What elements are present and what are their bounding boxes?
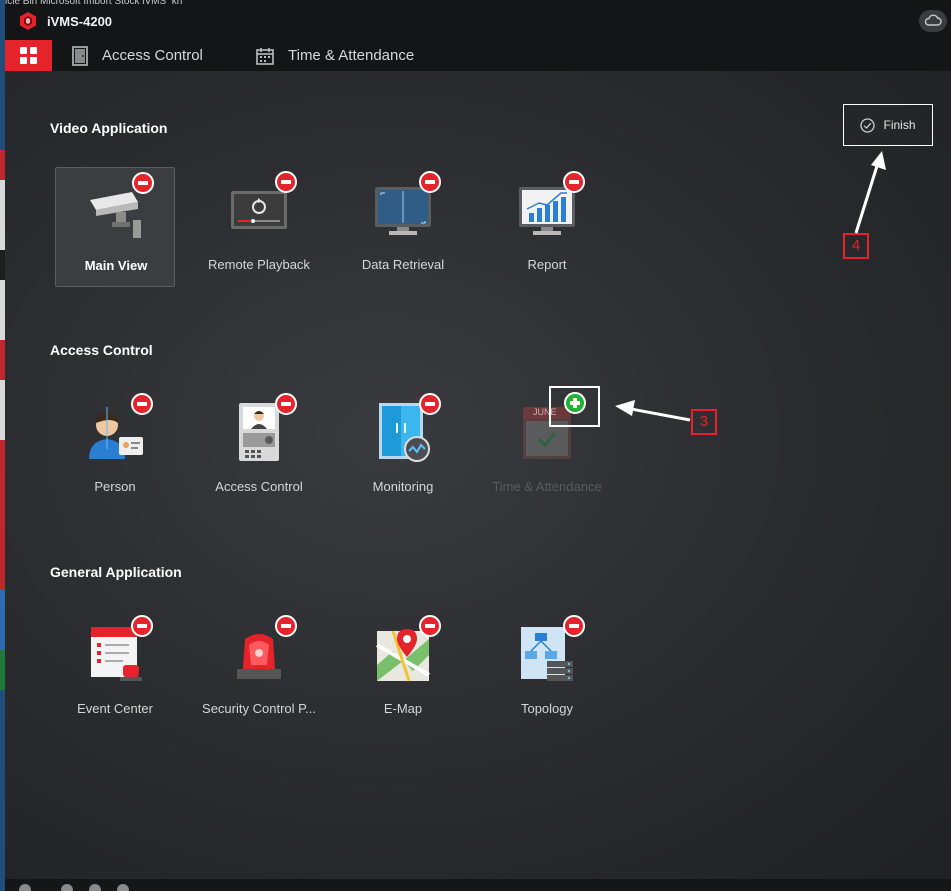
module-label: Main View bbox=[84, 258, 148, 273]
annotation-number-3: 3 bbox=[691, 409, 717, 435]
module-label: Event Center bbox=[77, 701, 153, 716]
annotation-highlight-box bbox=[549, 386, 600, 427]
module-data-retrieval[interactable]: Data Retrieval bbox=[343, 167, 463, 287]
module-label: Remote Playback bbox=[208, 257, 310, 272]
module-remote-playback[interactable]: Remote Playback bbox=[199, 167, 319, 287]
app-window: icle Bin Microsoft Import Stock iVMS_kh … bbox=[5, 0, 951, 891]
module-label: Data Retrieval bbox=[361, 257, 445, 272]
module-access-control[interactable]: Access Control bbox=[199, 389, 319, 509]
cloud-button[interactable] bbox=[919, 10, 947, 32]
status-icon bbox=[61, 884, 73, 891]
tab-label: Access Control bbox=[102, 47, 203, 64]
annotation-number-4: 4 bbox=[843, 233, 869, 259]
title-bar: icle Bin Microsoft Import Stock iVMS_kh … bbox=[5, 0, 951, 40]
door-icon bbox=[72, 45, 88, 66]
module-label: Person bbox=[94, 479, 136, 494]
module-label: Report bbox=[527, 257, 567, 272]
finish-button[interactable]: Finish bbox=[843, 104, 933, 146]
module-label: Monitoring bbox=[372, 479, 434, 494]
status-bar bbox=[5, 879, 951, 891]
module-e-map[interactable]: E-Map bbox=[343, 611, 463, 731]
remove-module-button[interactable] bbox=[419, 393, 441, 415]
status-icon bbox=[19, 884, 31, 891]
tab-time-attendance[interactable]: Time & Attendance bbox=[256, 40, 414, 71]
remove-module-button[interactable] bbox=[419, 615, 441, 637]
grid-icon bbox=[20, 47, 37, 64]
remove-module-button[interactable] bbox=[275, 171, 297, 193]
ivms-logo-icon bbox=[20, 12, 36, 30]
calendar-icon bbox=[256, 47, 274, 65]
check-circle-icon bbox=[860, 117, 876, 133]
section-title-video-application: Video Application bbox=[50, 120, 168, 136]
module-event-center[interactable]: Event Center bbox=[55, 611, 175, 731]
module-security-control-panel[interactable]: Security Control P... bbox=[199, 611, 319, 731]
module-label: E-Map bbox=[383, 701, 423, 716]
module-label: Time & Attendance bbox=[492, 479, 602, 494]
cloud-icon bbox=[924, 14, 942, 26]
remove-module-button[interactable] bbox=[563, 171, 585, 193]
home-tab[interactable] bbox=[5, 40, 52, 71]
module-monitoring[interactable]: Monitoring bbox=[343, 389, 463, 509]
finish-label: Finish bbox=[883, 118, 916, 132]
remove-module-button[interactable] bbox=[419, 171, 441, 193]
module-label: Topology bbox=[520, 701, 574, 716]
module-topology[interactable]: Topology bbox=[487, 611, 607, 731]
module-customization-panel: Finish Video Application Main View Remot… bbox=[5, 71, 951, 879]
module-main-view[interactable]: Main View bbox=[55, 167, 175, 287]
tab-label: Time & Attendance bbox=[288, 47, 415, 64]
desktop-bleed-text: icle Bin Microsoft Import Stock iVMS_kh bbox=[5, 0, 305, 4]
section-title-general-application: General Application bbox=[50, 564, 182, 580]
module-report[interactable]: Report bbox=[487, 167, 607, 287]
module-person[interactable]: Person bbox=[55, 389, 175, 509]
tab-bar: Access Control Time & Attendance bbox=[5, 40, 951, 71]
remove-module-button[interactable] bbox=[131, 393, 153, 415]
remove-module-button[interactable] bbox=[563, 615, 585, 637]
module-label: Security Control P... bbox=[202, 701, 316, 716]
status-icon bbox=[89, 884, 101, 891]
section-title-access-control: Access Control bbox=[50, 342, 153, 358]
remove-module-button[interactable] bbox=[132, 172, 154, 194]
remove-module-button[interactable] bbox=[131, 615, 153, 637]
remove-module-button[interactable] bbox=[275, 393, 297, 415]
module-label: Access Control bbox=[215, 479, 303, 494]
status-icon bbox=[117, 884, 129, 891]
remove-module-button[interactable] bbox=[275, 615, 297, 637]
app-title: iVMS-4200 bbox=[47, 14, 113, 29]
tab-access-control[interactable]: Access Control bbox=[72, 40, 203, 71]
